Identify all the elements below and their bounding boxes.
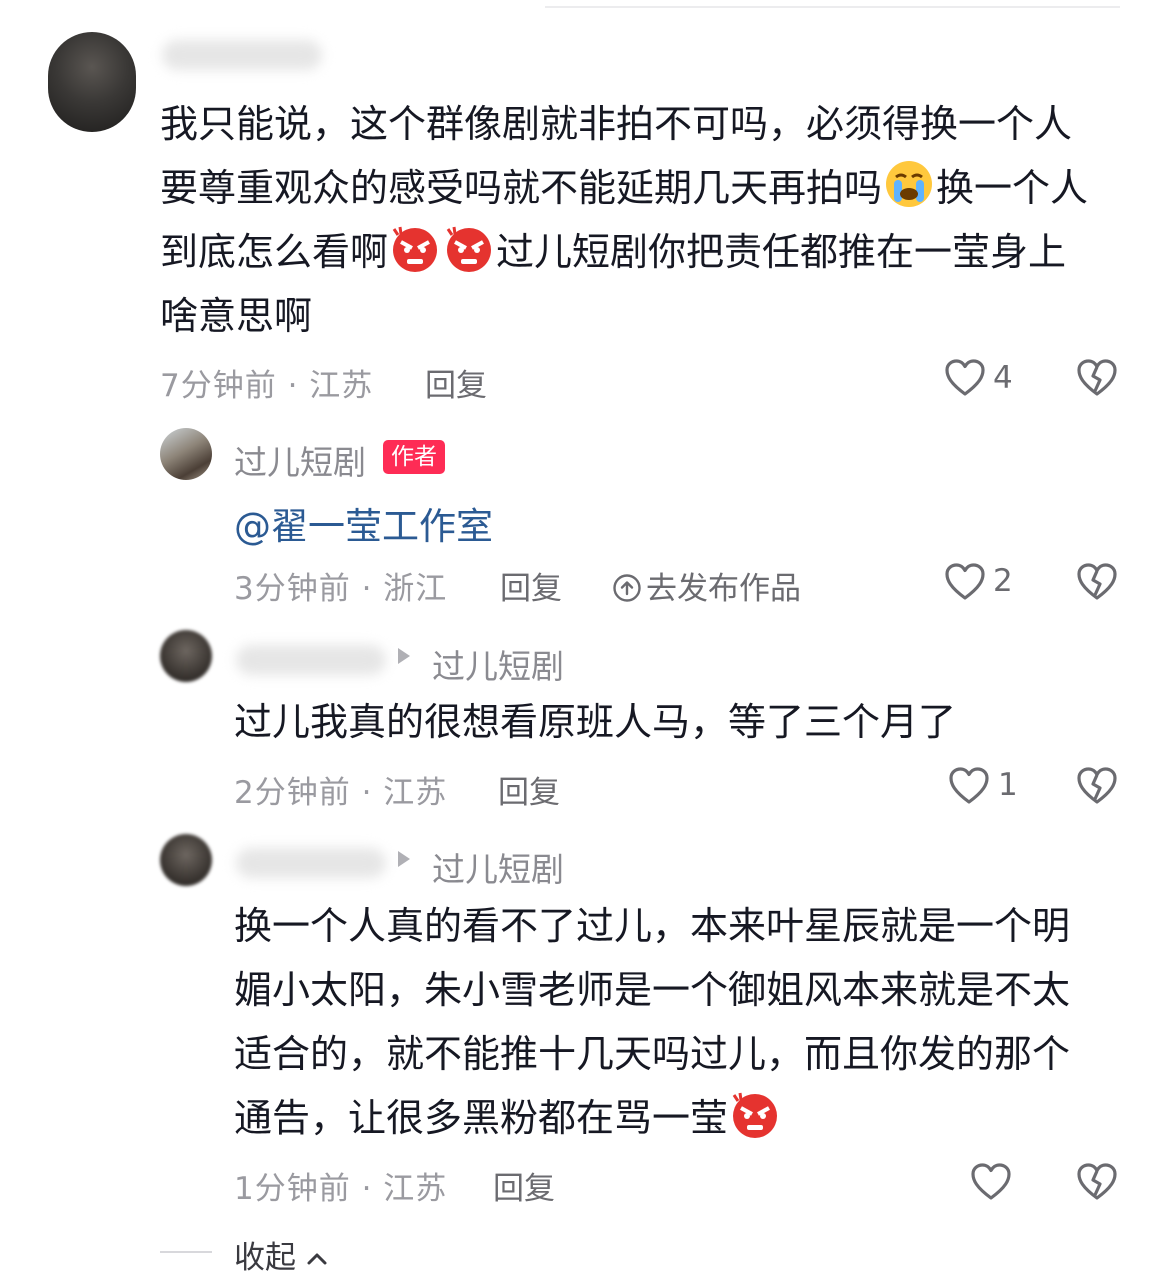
top-divider: [545, 6, 1120, 8]
broken-heart-icon[interactable]: [1076, 358, 1118, 398]
broken-heart-icon[interactable]: [1076, 1162, 1118, 1202]
angry-face-emoji: [446, 226, 492, 272]
commenter-name-blurred[interactable]: [236, 848, 386, 878]
author-badge: 作者: [383, 440, 445, 474]
comment-meta: 1分钟前 · 江苏: [234, 1171, 448, 1207]
reply-button[interactable]: 回复: [425, 360, 487, 405]
reply-button[interactable]: 回复: [493, 1163, 555, 1208]
author-nickname[interactable]: 过儿短剧: [234, 436, 366, 484]
publish-label: 去发布作品: [646, 571, 801, 607]
heart-outline-icon[interactable]: [970, 1162, 1012, 1202]
collapse-divider: [160, 1251, 212, 1253]
broken-heart-icon[interactable]: [1076, 562, 1118, 602]
commenter-name-blurred[interactable]: [236, 645, 386, 675]
reply-button[interactable]: 回复: [500, 563, 562, 608]
reply-button[interactable]: 回复: [498, 767, 560, 812]
comment-text: 换一个人真的看不了过儿，本来叶星辰就是一个明 媚小太阳，朱小雪老师是一个御姐风本…: [234, 904, 1071, 1140]
collapse-button[interactable]: 收起: [234, 1232, 329, 1277]
commenter-name-blurred[interactable]: [162, 40, 322, 70]
reply-target-name[interactable]: 过儿短剧: [432, 640, 564, 688]
reply-arrow-icon: [398, 648, 410, 664]
collapse-label: 收起: [234, 1240, 296, 1276]
avatar[interactable]: [160, 834, 212, 886]
angry-face-emoji: [732, 1092, 778, 1138]
heart-outline-icon[interactable]: [944, 358, 986, 398]
comment-meta: 7分钟前 · 江苏: [160, 368, 374, 404]
comment-meta: 3分钟前 · 浙江: [234, 571, 448, 607]
reply-target-name[interactable]: 过儿短剧: [432, 843, 564, 891]
loudly-crying-face-emoji: [886, 161, 933, 207]
author-avatar[interactable]: [160, 428, 212, 480]
comment-meta: 2分钟前 · 江苏: [234, 775, 448, 811]
avatar[interactable]: [48, 32, 136, 132]
heart-outline-icon[interactable]: [944, 562, 986, 602]
like-count: 4: [993, 360, 1013, 396]
like-count: 2: [993, 563, 1013, 599]
comment-text: 我只能说，这个群像剧就非拍不可吗，必须得换一个人 要尊重观众的感受吗就不能延期几…: [160, 102, 1089, 338]
broken-heart-icon[interactable]: [1076, 766, 1118, 806]
angry-face-emoji: [392, 226, 438, 272]
avatar[interactable]: [160, 630, 212, 682]
chevron-up-icon: [305, 1250, 329, 1266]
publish-button[interactable]: 去发布作品: [612, 563, 801, 608]
heart-outline-icon[interactable]: [948, 766, 990, 806]
mention-link[interactable]: @翟一莹工作室: [234, 496, 493, 550]
comment-text: 过儿我真的很想看原班人马，等了三个月了: [234, 700, 957, 744]
upload-circle-icon: [612, 573, 642, 603]
reply-arrow-icon: [398, 851, 410, 867]
like-count: 1: [998, 767, 1018, 803]
